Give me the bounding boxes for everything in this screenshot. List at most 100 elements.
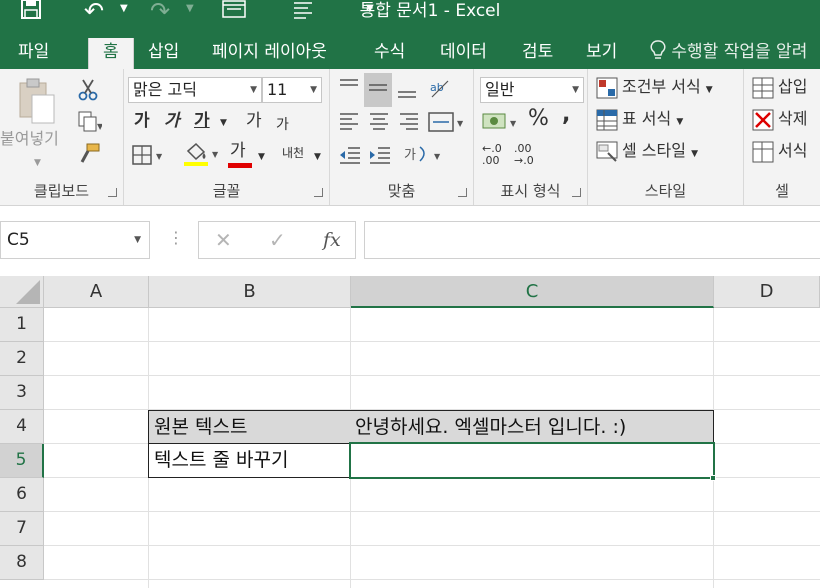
formula-bar-splitter-icon[interactable]: ⋮ bbox=[168, 229, 184, 247]
clipboard-launcher-icon[interactable] bbox=[108, 188, 117, 197]
font-launcher-icon[interactable] bbox=[314, 188, 323, 197]
tab-review[interactable]: 검토 bbox=[522, 38, 553, 69]
name-box[interactable]: C5 ▼ bbox=[0, 221, 150, 259]
number-format-dropdown[interactable]: 일반 ▼ bbox=[480, 77, 584, 103]
underline-button[interactable]: 가 bbox=[194, 111, 210, 131]
align-center-icon[interactable] bbox=[368, 111, 390, 137]
bottom-align-icon[interactable] bbox=[396, 77, 418, 103]
insert-function-icon[interactable]: fx bbox=[323, 226, 341, 254]
grow-font-button[interactable]: 가 bbox=[246, 111, 262, 131]
svg-text:▼: ▼ bbox=[510, 119, 517, 128]
conditional-formatting-icon[interactable] bbox=[596, 77, 618, 103]
fill-handle[interactable] bbox=[710, 475, 716, 481]
merge-center-icon[interactable]: ▼ bbox=[428, 111, 466, 137]
tab-page-layout[interactable]: 페이지 레이아웃 bbox=[212, 38, 327, 69]
insert-cells-icon[interactable] bbox=[752, 77, 774, 103]
row-header-7[interactable]: 7 bbox=[0, 512, 44, 546]
gridline bbox=[44, 511, 820, 512]
chevron-down-icon: ▼ bbox=[572, 85, 579, 95]
row-header-3[interactable]: 3 bbox=[0, 376, 44, 410]
cell-styles-button[interactable]: 셀 스타일 ▼ bbox=[622, 141, 698, 164]
column-header-b[interactable]: B bbox=[149, 276, 351, 308]
styles-group: 조건부 서식 ▼ 표 서식 ▼ 셀 스타일 ▼ 스타일 bbox=[588, 69, 744, 205]
format-cells-icon[interactable] bbox=[752, 141, 774, 167]
middle-align-icon[interactable] bbox=[364, 73, 392, 107]
tab-home[interactable]: 홈 bbox=[88, 38, 134, 69]
column-header-d[interactable]: D bbox=[714, 276, 820, 308]
cell-b4[interactable]: 원본 텍스트 bbox=[148, 410, 351, 444]
row-header-8[interactable]: 8 bbox=[0, 546, 44, 580]
tab-insert[interactable]: 삽입 bbox=[148, 38, 179, 69]
row-header-1[interactable]: 1 bbox=[0, 308, 44, 342]
column-header-c[interactable]: C bbox=[351, 276, 714, 308]
orientation-icon[interactable]: ab bbox=[428, 77, 454, 105]
cell-styles-icon[interactable] bbox=[596, 141, 618, 167]
wrap-text-icon[interactable]: 가 ▼ bbox=[402, 143, 446, 171]
format-cells-button[interactable]: 서식 bbox=[778, 141, 807, 161]
svg-text:▼: ▼ bbox=[457, 119, 464, 128]
row-header-5[interactable]: 5 bbox=[0, 444, 44, 478]
row-header-4[interactable]: 4 bbox=[0, 410, 44, 444]
paste-dropdown-icon[interactable]: ▼ bbox=[34, 153, 41, 173]
increase-decimal-button[interactable]: ←.0 .00 bbox=[482, 143, 502, 167]
percent-button[interactable]: % bbox=[528, 108, 549, 130]
number-launcher-icon[interactable] bbox=[572, 188, 581, 197]
paste-icon[interactable] bbox=[16, 77, 56, 131]
top-align-icon[interactable] bbox=[338, 77, 360, 103]
comma-button[interactable]: , bbox=[562, 104, 570, 126]
svg-text:▼: ▼ bbox=[97, 122, 102, 131]
align-left-icon[interactable] bbox=[338, 111, 360, 137]
insert-cells-button[interactable]: 삽입 bbox=[778, 77, 807, 97]
paste-button[interactable]: 붙여넣기 bbox=[0, 129, 59, 149]
row-header-2[interactable]: 2 bbox=[0, 342, 44, 376]
copy-icon[interactable]: ▼ bbox=[78, 111, 104, 137]
cancel-icon[interactable]: ✕ bbox=[215, 226, 232, 254]
enter-icon[interactable]: ✓ bbox=[269, 226, 286, 254]
column-header-a[interactable]: A bbox=[44, 276, 149, 308]
delete-cells-icon[interactable] bbox=[752, 109, 774, 135]
font-color-button[interactable]: 가 bbox=[230, 141, 246, 161]
cut-icon[interactable] bbox=[78, 79, 98, 105]
tab-file[interactable]: 파일 bbox=[18, 38, 49, 69]
row-header-6[interactable]: 6 bbox=[0, 478, 44, 512]
format-as-table-icon[interactable] bbox=[596, 109, 618, 135]
select-all-button[interactable] bbox=[0, 276, 44, 308]
underline-dropdown-icon[interactable]: ▼ bbox=[220, 113, 227, 133]
font-color-dropdown-icon[interactable]: ▼ bbox=[258, 147, 265, 167]
accounting-format-icon[interactable]: ▼ bbox=[482, 111, 522, 137]
svg-text:▼: ▼ bbox=[434, 152, 441, 161]
styles-group-label: 스타일 bbox=[644, 182, 687, 200]
delete-cells-button[interactable]: 삭제 bbox=[778, 109, 807, 129]
shrink-font-button[interactable]: 가 bbox=[276, 115, 289, 135]
italic-button[interactable]: 가 bbox=[164, 111, 180, 131]
bold-button[interactable]: 가 bbox=[134, 111, 150, 131]
tab-data[interactable]: 데이터 bbox=[440, 38, 487, 69]
cells-group-label: 셀 bbox=[775, 182, 789, 200]
phonetic-button[interactable]: 내천 bbox=[282, 143, 304, 163]
decrease-indent-icon[interactable] bbox=[338, 145, 362, 171]
font-group: 맑은 고딕 ▼ 11 ▼ 가 가 가 ▼ 가 가 ▼ ▼ 가 ▼ 내천 ▼ 글꼴 bbox=[124, 69, 330, 205]
cell-b5[interactable]: 텍스트 줄 바꾸기 bbox=[148, 443, 351, 478]
formula-buttons: ✕ ✓ fx bbox=[198, 221, 356, 259]
increase-indent-icon[interactable] bbox=[368, 145, 392, 171]
tab-view[interactable]: 보기 bbox=[586, 38, 617, 69]
borders-icon[interactable]: ▼ bbox=[132, 145, 166, 169]
align-right-icon[interactable] bbox=[398, 111, 420, 137]
font-name-dropdown[interactable]: 맑은 고딕 ▼ bbox=[128, 77, 262, 103]
decrease-decimal-button[interactable]: .00 →.0 bbox=[514, 143, 534, 167]
font-size-dropdown[interactable]: 11 ▼ bbox=[262, 77, 322, 103]
format-painter-icon[interactable] bbox=[78, 143, 100, 169]
fill-color-icon[interactable]: ▼ bbox=[182, 141, 222, 171]
cell-c5[interactable] bbox=[349, 442, 715, 479]
cell-c4[interactable]: 안녕하세요. 엑셀마스터 입니다. :) bbox=[350, 410, 714, 444]
alignment-launcher-icon[interactable] bbox=[458, 188, 467, 197]
phonetic-dropdown-icon[interactable]: ▼ bbox=[314, 147, 321, 167]
alignment-group-label: 맞춤 bbox=[387, 182, 416, 200]
gridline bbox=[44, 341, 820, 342]
formula-input[interactable] bbox=[364, 221, 820, 259]
tell-me-box[interactable]: 수행할 작업을 알려 bbox=[650, 38, 807, 69]
format-as-table-button[interactable]: 표 서식 ▼ bbox=[622, 109, 683, 132]
svg-text:▼: ▼ bbox=[212, 150, 219, 159]
conditional-formatting-button[interactable]: 조건부 서식 ▼ bbox=[622, 77, 713, 100]
tab-formulas[interactable]: 수식 bbox=[374, 38, 405, 69]
